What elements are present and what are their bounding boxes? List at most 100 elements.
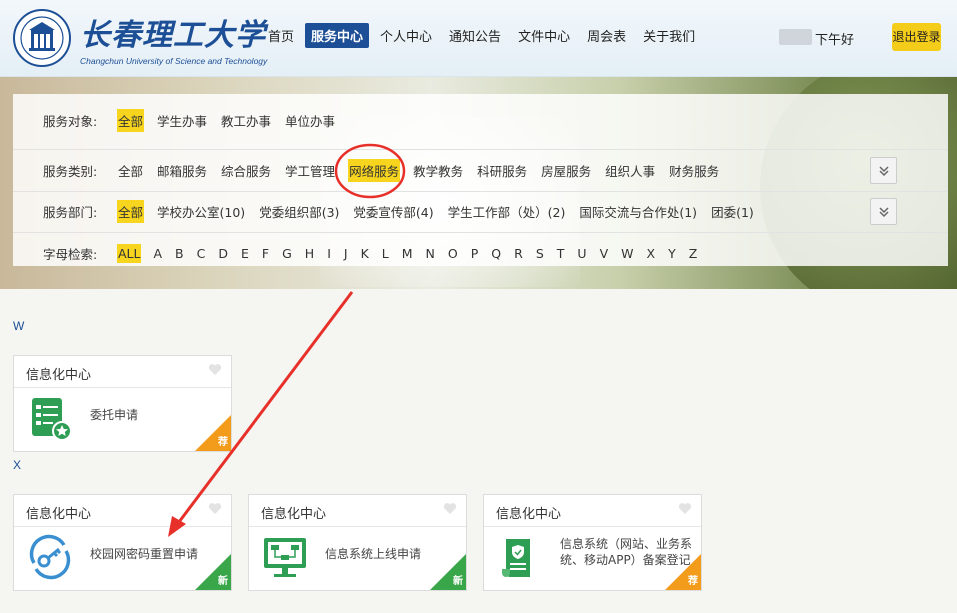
filter-options-category: 全部 邮箱服务 综合服务 学工管理 网络服务 教学教务 科研服务 房屋服务 组织… [117,159,732,182]
filter-option[interactable]: 组织人事 [604,159,656,182]
letter-option[interactable]: H [304,244,315,263]
filter-label-category: 服务类别: [43,164,98,179]
filter-label-object: 服务对象: [43,114,98,129]
letter-option[interactable]: I [326,244,332,263]
filter-option[interactable]: 财务服务 [668,159,720,182]
filter-option-network-service[interactable]: 网络服务 [348,159,401,182]
filter-option[interactable]: 教工办事 [220,109,272,132]
banner: 服务对象: 全部 学生办事 教工办事 单位办事 服务类别: 全部 邮箱服务 综合… [0,77,957,289]
filter-option[interactable]: 全部 [117,200,145,223]
filter-label-department: 服务部门: [43,205,98,220]
filter-option[interactable]: 科研服务 [476,159,528,182]
filter-option[interactable]: 学工管理 [284,159,336,182]
nav-home[interactable]: 首页 [262,23,300,48]
shield-document-icon [502,539,530,577]
letter-option[interactable]: K [360,244,370,263]
letter-option[interactable]: Z [688,244,699,263]
badge-text: 新 [453,576,463,587]
card-department: 信息化中心 [496,507,562,522]
filter-label-letter: 字母检索: [43,247,98,262]
card-title: 委托申请 [90,408,139,422]
university-logo-icon[interactable] [12,8,72,68]
letter-option[interactable]: C [196,244,207,263]
expand-department-button[interactable] [870,198,897,225]
section-letter-w: W [13,319,25,333]
service-card-system-launch[interactable]: 信息化中心 信息系统上线申请 新 [248,494,467,591]
filter-panel: 服务对象: 全部 学生办事 教工办事 单位办事 服务类别: 全部 邮箱服务 综合… [13,94,948,266]
letter-option[interactable]: F [261,244,270,263]
service-card-entrust[interactable]: 信息化中心 委托申请 荐 [13,355,232,452]
filter-option[interactable]: 教学教务 [412,159,464,182]
filter-option[interactable]: 全部 [117,159,144,182]
service-card-password-reset[interactable]: 信息化中心 校园网密码重置申请 新 [13,494,232,591]
badge-text: 荐 [218,437,228,448]
key-reset-icon [29,534,71,580]
card-title: 校园网密码重置申请 [90,547,199,561]
favorite-heart-icon[interactable] [678,502,692,515]
double-chevron-down-icon [878,165,889,176]
site-header: 长春理工大学 Changchun University of Science a… [0,0,957,77]
filter-option[interactable]: 房屋服务 [540,159,592,182]
nav-about-us[interactable]: 关于我们 [637,23,701,48]
letter-option[interactable]: L [381,244,390,263]
filter-option[interactable]: 学生工作部（处）(2) [447,200,567,223]
filter-option[interactable]: 党委宣传部(4) [352,200,434,223]
main-nav: 首页 服务中心 个人中心 通知公告 文件中心 周会表 关于我们 [262,23,706,48]
letter-option[interactable]: ALL [117,244,142,263]
nav-notices[interactable]: 通知公告 [443,23,507,48]
double-chevron-down-icon [878,206,889,217]
badge-text: 荐 [688,576,698,587]
letter-option[interactable]: R [513,244,524,263]
card-title: 信息系统上线申请 [325,547,422,561]
letter-option[interactable]: W [620,244,634,263]
service-card-system-registration[interactable]: 信息化中心 信息系统（网站、业务系统、移动APP）备案登记 荐 [483,494,702,591]
letter-option[interactable]: V [599,244,610,263]
card-department: 信息化中心 [26,368,92,383]
letter-option[interactable]: B [174,244,185,263]
letter-option[interactable]: Q [490,244,502,263]
letter-option[interactable]: X [646,244,657,263]
letter-option[interactable]: M [401,244,414,263]
letter-option[interactable]: Y [667,244,677,263]
favorite-heart-icon[interactable] [208,502,222,515]
nav-service-center[interactable]: 服务中心 [305,23,370,48]
letter-option[interactable]: D [217,244,229,263]
logout-button[interactable]: 退出登录 [892,23,941,51]
brand-name-cn: 长春理工大学 [80,18,266,53]
brand: 长春理工大学 Changchun University of Science a… [80,10,267,66]
filter-option[interactable]: 邮箱服务 [156,159,208,182]
letter-option[interactable]: J [343,244,349,263]
letter-option[interactable]: O [447,244,459,263]
monitor-flow-icon [264,538,306,577]
filter-option[interactable]: 党委组织部(3) [258,200,340,223]
letter-option[interactable]: S [535,244,545,263]
filter-option[interactable]: 学校办公室(10) [156,200,246,223]
badge-text: 新 [218,576,228,587]
expand-category-button[interactable] [870,157,897,184]
filter-option[interactable]: 单位办事 [284,109,336,132]
filter-row-object: 服务对象: 全部 学生办事 教工办事 单位办事 [13,100,948,141]
letter-option[interactable]: A [152,244,163,263]
card-title: 信息系统（网站、业务系统、移动APP）备案登记 [560,537,693,567]
filter-option[interactable]: 国际交流与合作处(1) [578,200,698,223]
filter-option[interactable]: 综合服务 [220,159,272,182]
letter-option[interactable]: N [425,244,436,263]
filter-options-department: 全部 学校办公室(10) 党委组织部(3) 党委宣传部(4) 学生工作部（处）(… [117,200,767,223]
filter-option[interactable]: 团委(1) [710,200,755,223]
filter-options-object: 全部 学生办事 教工办事 单位办事 [117,109,348,132]
favorite-heart-icon[interactable] [443,502,457,515]
nav-file-center[interactable]: 文件中心 [512,23,576,48]
letter-option[interactable]: T [556,244,566,263]
brand-name-en: Changchun University of Science and Tech… [80,56,268,66]
letter-option[interactable]: E [240,244,250,263]
filter-option[interactable]: 全部 [117,109,145,132]
letter-option[interactable]: G [281,244,293,263]
nav-personal-center[interactable]: 个人中心 [374,23,438,48]
card-department: 信息化中心 [26,507,92,522]
section-letter-x: X [13,458,22,472]
filter-option[interactable]: 学生办事 [156,109,208,132]
letter-option[interactable]: P [470,244,480,263]
favorite-heart-icon[interactable] [208,363,222,376]
nav-weekly-meetings[interactable]: 周会表 [581,23,632,48]
letter-option[interactable]: U [576,244,587,263]
